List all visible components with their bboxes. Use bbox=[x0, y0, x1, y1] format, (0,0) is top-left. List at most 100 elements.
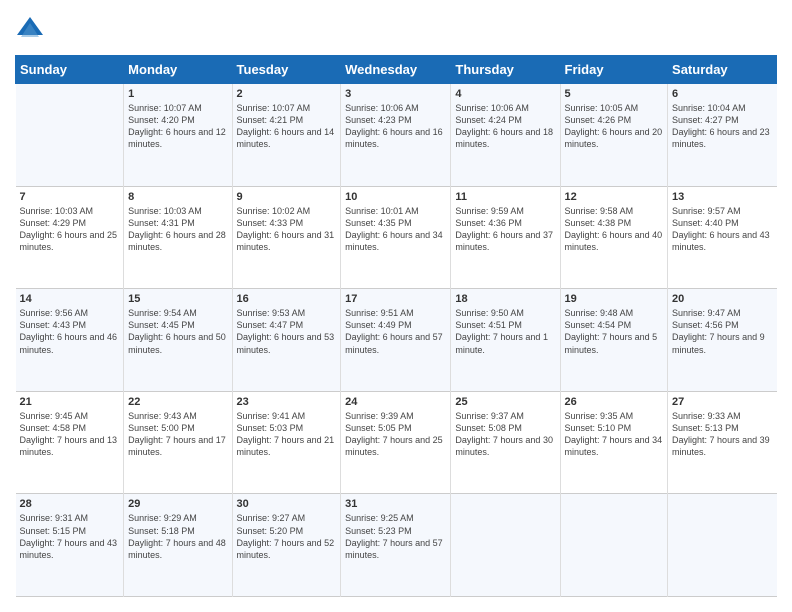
day-number: 19 bbox=[565, 293, 664, 305]
day-number: 16 bbox=[237, 293, 337, 305]
calendar-cell: 31 Sunrise: 9:25 AMSunset: 5:23 PMDayligh… bbox=[341, 494, 451, 597]
week-row-4: 28 Sunrise: 9:31 AMSunset: 5:15 PMDayligh… bbox=[16, 494, 777, 597]
calendar-cell: 28 Sunrise: 9:31 AMSunset: 5:15 PMDayligh… bbox=[16, 494, 124, 597]
day-info: Sunrise: 10:02 AMSunset: 4:33 PMDaylight… bbox=[237, 205, 337, 254]
day-info: Sunrise: 9:25 AMSunset: 5:23 PMDaylight:… bbox=[345, 512, 446, 561]
day-info: Sunrise: 9:57 AMSunset: 4:40 PMDaylight:… bbox=[672, 205, 772, 254]
week-row-3: 21Sunrise: 9:45 AMSunset: 4:58 PMDayligh… bbox=[16, 391, 777, 494]
day-info: Sunrise: 9:35 AMSunset: 5:10 PMDaylight:… bbox=[565, 410, 664, 459]
weekday-row: SundayMondayTuesdayWednesdayThursdayFrid… bbox=[16, 56, 777, 84]
day-info: Sunrise: 10:07 AMSunset: 4:20 PMDaylight… bbox=[128, 102, 227, 151]
day-number: 18 bbox=[455, 293, 555, 305]
day-info: Sunrise: 10:07 AMSunset: 4:21 PMDaylight… bbox=[237, 102, 337, 151]
day-number: 2 bbox=[237, 88, 337, 100]
day-number: 9 bbox=[237, 191, 337, 203]
calendar-body: 1 Sunrise: 10:07 AMSunset: 4:20 PMDayligh… bbox=[16, 84, 777, 597]
calendar-cell: 3Sunrise: 10:06 AMSunset: 4:23 PMDayligh… bbox=[341, 84, 451, 187]
day-info: Sunrise: 9:45 AMSunset: 4:58 PMDaylight:… bbox=[20, 410, 120, 459]
calendar-cell bbox=[16, 84, 124, 187]
calendar-cell: 13 Sunrise: 9:57 AMSunset: 4:40 PMDayligh… bbox=[668, 186, 777, 289]
calendar-cell: 19 Sunrise: 9:48 AMSunset: 4:54 PMDayligh… bbox=[560, 289, 668, 392]
day-number: 8 bbox=[128, 191, 227, 203]
day-number: 29 bbox=[128, 498, 227, 510]
day-number: 31 bbox=[345, 498, 446, 510]
calendar-cell bbox=[668, 494, 777, 597]
day-info: Sunrise: 9:54 AMSunset: 4:45 PMDaylight:… bbox=[128, 307, 227, 356]
calendar-cell: 6 Sunrise: 10:04 AMSunset: 4:27 PMDayligh… bbox=[668, 84, 777, 187]
day-info: Sunrise: 9:47 AMSunset: 4:56 PMDaylight:… bbox=[672, 307, 772, 356]
day-info: Sunrise: 9:53 AMSunset: 4:47 PMDaylight:… bbox=[237, 307, 337, 356]
weekday-tuesday: Tuesday bbox=[232, 56, 341, 84]
day-number: 1 bbox=[128, 88, 227, 100]
day-number: 5 bbox=[565, 88, 664, 100]
logo-icon bbox=[15, 15, 45, 45]
day-number: 28 bbox=[20, 498, 120, 510]
calendar-cell: 30 Sunrise: 9:27 AMSunset: 5:20 PMDayligh… bbox=[232, 494, 341, 597]
day-info: Sunrise: 10:05 AMSunset: 4:26 PMDaylight… bbox=[565, 102, 664, 151]
calendar-cell: 25 Sunrise: 9:37 AMSunset: 5:08 PMDayligh… bbox=[451, 391, 560, 494]
calendar-cell: 4 Sunrise: 10:06 AMSunset: 4:24 PMDayligh… bbox=[451, 84, 560, 187]
day-number: 6 bbox=[672, 88, 772, 100]
calendar-cell: 5 Sunrise: 10:05 AMSunset: 4:26 PMDayligh… bbox=[560, 84, 668, 187]
calendar-cell: 23 Sunrise: 9:41 AMSunset: 5:03 PMDayligh… bbox=[232, 391, 341, 494]
calendar-cell: 10Sunrise: 10:01 AMSunset: 4:35 PMDaylig… bbox=[341, 186, 451, 289]
weekday-sunday: Sunday bbox=[16, 56, 124, 84]
day-info: Sunrise: 10:04 AMSunset: 4:27 PMDaylight… bbox=[672, 102, 772, 151]
day-info: Sunrise: 9:41 AMSunset: 5:03 PMDaylight:… bbox=[237, 410, 337, 459]
weekday-friday: Friday bbox=[560, 56, 668, 84]
day-info: Sunrise: 9:43 AMSunset: 5:00 PMDaylight:… bbox=[128, 410, 227, 459]
calendar-cell: 2 Sunrise: 10:07 AMSunset: 4:21 PMDayligh… bbox=[232, 84, 341, 187]
day-number: 22 bbox=[128, 396, 227, 408]
day-info: Sunrise: 9:29 AMSunset: 5:18 PMDaylight:… bbox=[128, 512, 227, 561]
header bbox=[15, 15, 777, 45]
calendar-cell: 21Sunrise: 9:45 AMSunset: 4:58 PMDayligh… bbox=[16, 391, 124, 494]
calendar-cell bbox=[451, 494, 560, 597]
day-number: 7 bbox=[20, 191, 120, 203]
day-number: 12 bbox=[565, 191, 664, 203]
week-row-2: 14Sunrise: 9:56 AMSunset: 4:43 PMDayligh… bbox=[16, 289, 777, 392]
day-number: 11 bbox=[455, 191, 555, 203]
day-number: 24 bbox=[345, 396, 446, 408]
day-info: Sunrise: 9:51 AMSunset: 4:49 PMDaylight:… bbox=[345, 307, 446, 356]
day-info: Sunrise: 10:01 AMSunset: 4:35 PMDaylight… bbox=[345, 205, 446, 254]
day-number: 13 bbox=[672, 191, 772, 203]
calendar-table: SundayMondayTuesdayWednesdayThursdayFrid… bbox=[15, 55, 777, 597]
day-number: 17 bbox=[345, 293, 446, 305]
weekday-saturday: Saturday bbox=[668, 56, 777, 84]
calendar-cell: 9 Sunrise: 10:02 AMSunset: 4:33 PMDayligh… bbox=[232, 186, 341, 289]
weekday-wednesday: Wednesday bbox=[341, 56, 451, 84]
weekday-monday: Monday bbox=[124, 56, 232, 84]
day-number: 30 bbox=[237, 498, 337, 510]
day-info: Sunrise: 9:50 AMSunset: 4:51 PMDaylight:… bbox=[455, 307, 555, 356]
calendar-cell: 8 Sunrise: 10:03 AMSunset: 4:31 PMDayligh… bbox=[124, 186, 232, 289]
day-number: 4 bbox=[455, 88, 555, 100]
day-info: Sunrise: 10:03 AMSunset: 4:29 PMDaylight… bbox=[20, 205, 120, 254]
day-info: Sunrise: 10:06 AMSunset: 4:23 PMDaylight… bbox=[345, 102, 446, 151]
day-number: 27 bbox=[672, 396, 772, 408]
calendar-cell: 18 Sunrise: 9:50 AMSunset: 4:51 PMDayligh… bbox=[451, 289, 560, 392]
day-info: Sunrise: 9:48 AMSunset: 4:54 PMDaylight:… bbox=[565, 307, 664, 356]
day-info: Sunrise: 9:27 AMSunset: 5:20 PMDaylight:… bbox=[237, 512, 337, 561]
day-info: Sunrise: 9:59 AMSunset: 4:36 PMDaylight:… bbox=[455, 205, 555, 254]
day-info: Sunrise: 9:56 AMSunset: 4:43 PMDaylight:… bbox=[20, 307, 120, 356]
calendar-cell: 1 Sunrise: 10:07 AMSunset: 4:20 PMDayligh… bbox=[124, 84, 232, 187]
calendar-cell: 29 Sunrise: 9:29 AMSunset: 5:18 PMDayligh… bbox=[124, 494, 232, 597]
day-info: Sunrise: 10:03 AMSunset: 4:31 PMDaylight… bbox=[128, 205, 227, 254]
page: SundayMondayTuesdayWednesdayThursdayFrid… bbox=[0, 0, 792, 612]
calendar-cell: 14Sunrise: 9:56 AMSunset: 4:43 PMDayligh… bbox=[16, 289, 124, 392]
calendar: SundayMondayTuesdayWednesdayThursdayFrid… bbox=[15, 55, 777, 597]
day-info: Sunrise: 9:33 AMSunset: 5:13 PMDaylight:… bbox=[672, 410, 772, 459]
calendar-cell: 7 Sunrise: 10:03 AMSunset: 4:29 PMDayligh… bbox=[16, 186, 124, 289]
week-row-1: 7 Sunrise: 10:03 AMSunset: 4:29 PMDayligh… bbox=[16, 186, 777, 289]
day-info: Sunrise: 9:37 AMSunset: 5:08 PMDaylight:… bbox=[455, 410, 555, 459]
day-info: Sunrise: 9:39 AMSunset: 5:05 PMDaylight:… bbox=[345, 410, 446, 459]
calendar-cell: 27 Sunrise: 9:33 AMSunset: 5:13 PMDayligh… bbox=[668, 391, 777, 494]
day-number: 23 bbox=[237, 396, 337, 408]
weekday-thursday: Thursday bbox=[451, 56, 560, 84]
day-info: Sunrise: 9:31 AMSunset: 5:15 PMDaylight:… bbox=[20, 512, 120, 561]
calendar-cell: 16 Sunrise: 9:53 AMSunset: 4:47 PMDayligh… bbox=[232, 289, 341, 392]
day-number: 20 bbox=[672, 293, 772, 305]
day-info: Sunrise: 10:06 AMSunset: 4:24 PMDaylight… bbox=[455, 102, 555, 151]
day-number: 25 bbox=[455, 396, 555, 408]
calendar-cell bbox=[560, 494, 668, 597]
